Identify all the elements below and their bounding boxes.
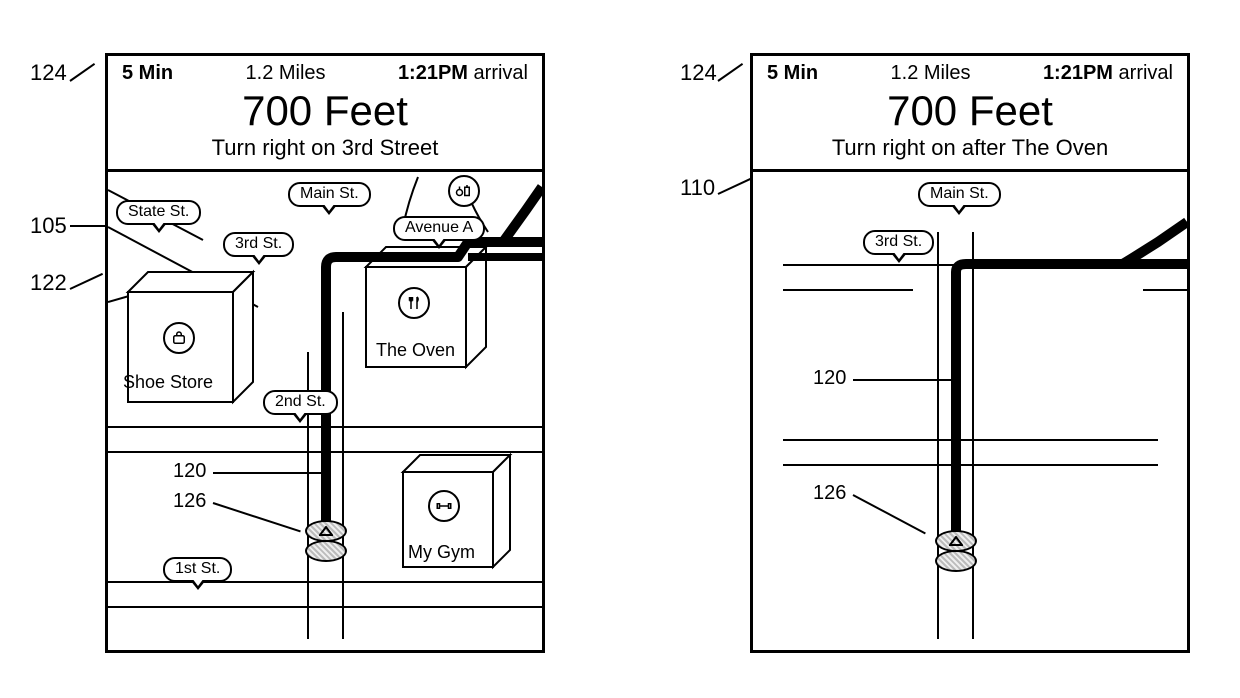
next-turn-distance: 700 Feet	[118, 87, 532, 135]
next-turn-distance-r: 700 Feet	[763, 87, 1177, 135]
label-the-oven: The Oven	[376, 340, 455, 361]
arrival-label-r: arrival	[1119, 62, 1173, 84]
ref-110-right: 110	[680, 175, 715, 201]
dumbbell-icon	[428, 490, 460, 522]
ref-105-left: 105	[30, 213, 67, 239]
pill-2nd-st[interactable]: 2nd St.	[263, 390, 338, 415]
pill-3rd-st-r[interactable]: 3rd St.	[863, 230, 934, 255]
arrival-time: 1:21PM	[398, 62, 468, 84]
nav-screen-simplified: 5 Min 1.2 Miles 1:21PM arrival 700 Feet …	[750, 53, 1190, 653]
food-drink-icon	[448, 175, 480, 207]
ref-126-right: 126	[813, 482, 846, 505]
bag-icon	[163, 322, 195, 354]
pill-avenue-a[interactable]: Avenue A	[393, 216, 485, 241]
label-shoe-store: Shoe Store	[123, 372, 213, 393]
pill-1st-st[interactable]: 1st St.	[163, 557, 232, 582]
eta-distance-r: 1.2 Miles	[891, 62, 971, 85]
status-row-right: 5 Min 1.2 Miles 1:21PM arrival	[763, 62, 1177, 85]
utensils-icon	[398, 287, 430, 319]
location-puck	[305, 520, 347, 562]
map-simplified[interactable]: Main St. 3rd St. 120 126	[753, 172, 1187, 639]
route-path-r	[956, 222, 1187, 542]
ref-124-right-lead	[717, 63, 743, 82]
ref-120-left-lead	[213, 472, 321, 474]
ref-124-left: 124	[30, 60, 67, 86]
ref-126-left: 126	[173, 490, 206, 513]
ref-120-left: 120	[173, 460, 206, 483]
header-right: 5 Min 1.2 Miles 1:21PM arrival 700 Feet …	[753, 56, 1187, 172]
arrival-label: arrival	[474, 62, 528, 84]
pill-main-st[interactable]: Main St.	[288, 182, 371, 207]
eta-time: 5 Min	[122, 62, 173, 84]
pill-main-st-r[interactable]: Main St.	[918, 182, 1001, 207]
status-row: 5 Min 1.2 Miles 1:21PM arrival	[118, 62, 532, 85]
header-left: 5 Min 1.2 Miles 1:21PM arrival 700 Feet …	[108, 56, 542, 172]
pill-3rd-st[interactable]: 3rd St.	[223, 232, 294, 257]
pill-state-st[interactable]: State St.	[116, 200, 201, 225]
ref-120-right-lead	[853, 379, 951, 381]
ref-122-lead	[70, 273, 103, 290]
eta-distance: 1.2 Miles	[246, 62, 326, 85]
nav-screen-detailed: 5 Min 1.2 Miles 1:21PM arrival 700 Feet …	[105, 53, 545, 653]
location-puck-r	[935, 530, 977, 572]
ref-124-left-lead	[69, 63, 95, 82]
label-my-gym: My Gym	[408, 542, 475, 563]
map-detailed[interactable]: State St. Main St. Avenue A 3rd St. 2nd …	[108, 172, 542, 639]
next-turn-instruction: Turn right on 3rd Street	[118, 135, 532, 161]
next-turn-instruction-r: Turn right on after The Oven	[763, 135, 1177, 161]
arrival-time-r: 1:21PM	[1043, 62, 1113, 84]
ref-122-left: 122	[30, 270, 67, 296]
ref-105-lead	[70, 225, 108, 227]
ref-124-right: 124	[680, 60, 717, 86]
ref-110-lead	[718, 178, 751, 195]
eta-time-r: 5 Min	[767, 62, 818, 84]
ref-120-right: 120	[813, 367, 846, 390]
